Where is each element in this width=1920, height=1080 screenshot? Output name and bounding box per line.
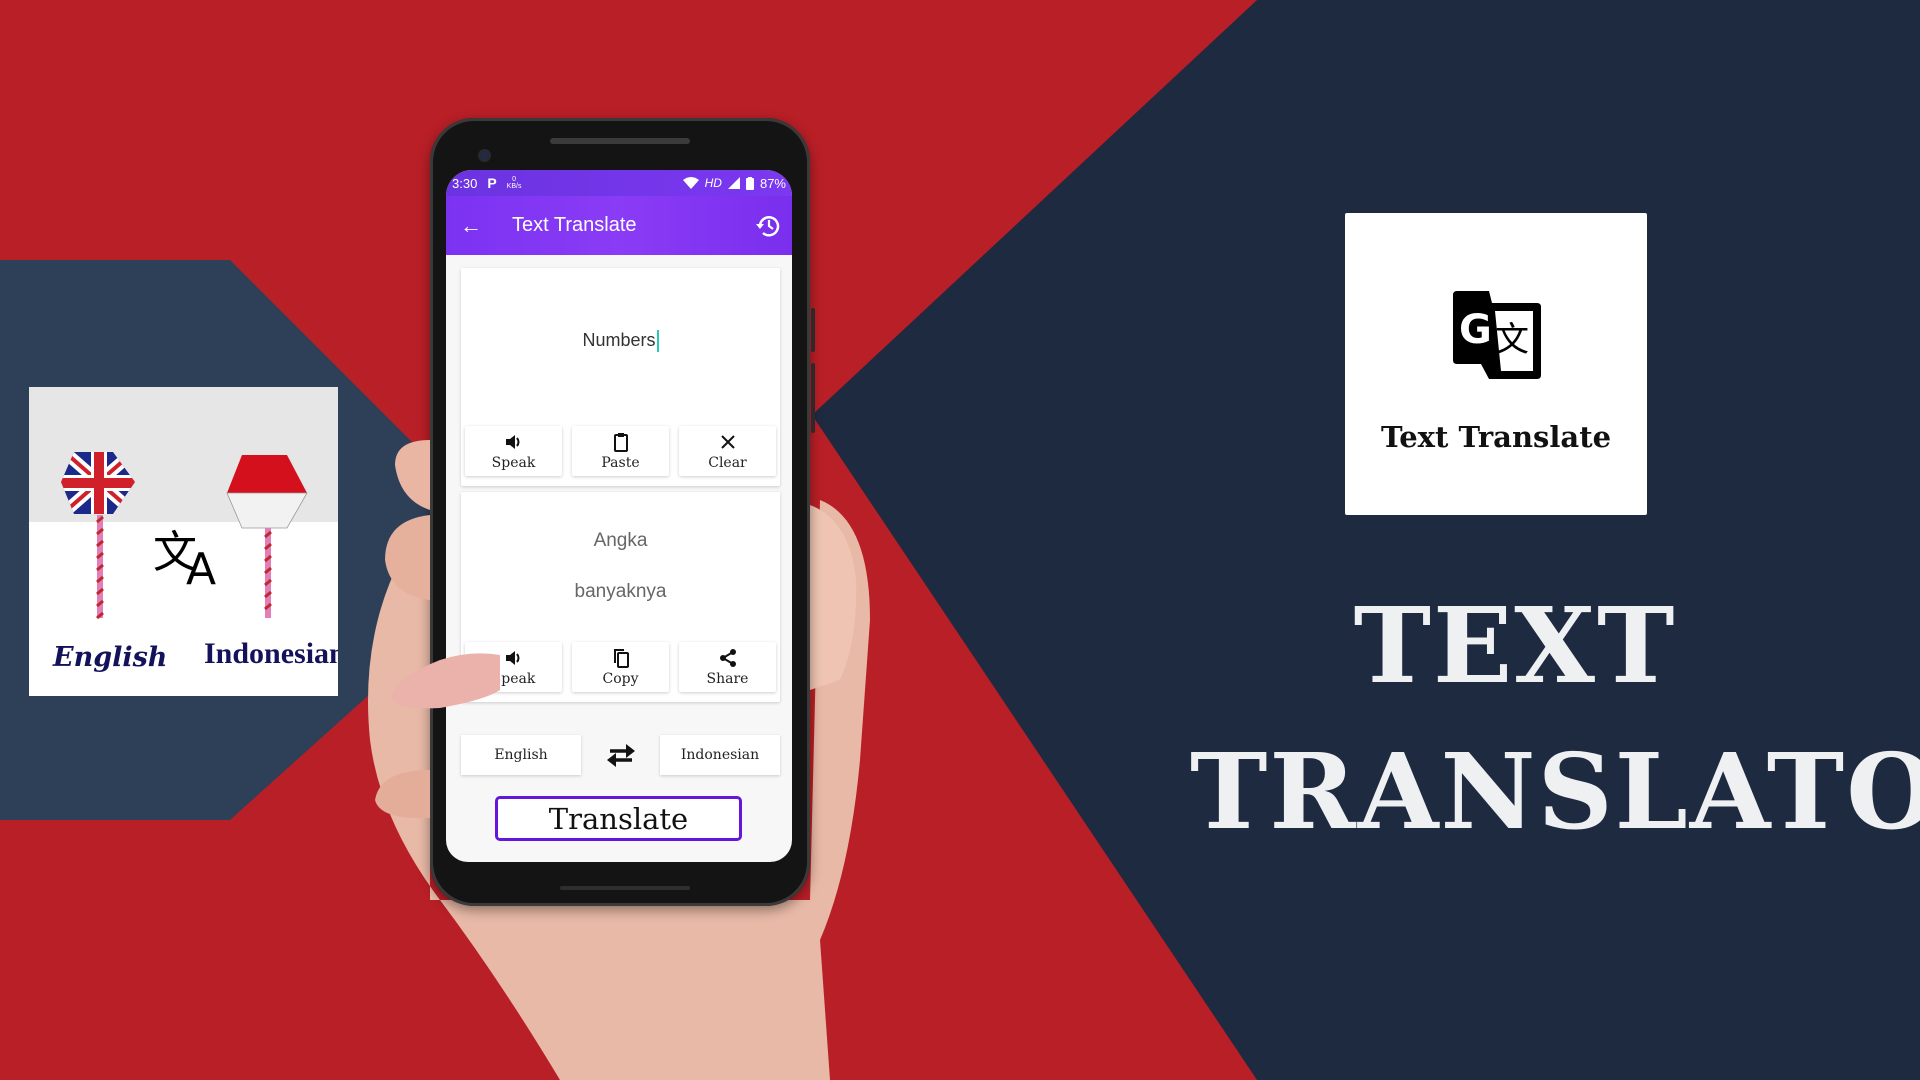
app-name: Text Translate — [1380, 420, 1612, 454]
share-button[interactable]: Share — [679, 642, 776, 692]
input-actions: Speak Paste Clear — [465, 426, 776, 476]
language-pair-panel: 文 A English Indonesian — [29, 387, 338, 696]
share-icon — [719, 648, 736, 667]
source-language-label: English — [53, 642, 168, 673]
google-translate-icon: G 文 — [1453, 291, 1541, 379]
input-card: Numbers Speak Paste Clear — [461, 268, 780, 486]
power-button — [811, 363, 815, 433]
source-text-input[interactable]: Numbers — [461, 330, 780, 353]
hd-indicator: HD — [704, 176, 722, 190]
speaker-icon — [505, 650, 519, 665]
target-language-label: Indonesian — [204, 637, 338, 670]
battery-level: 87% — [759, 175, 786, 191]
clear-button[interactable]: Clear — [679, 426, 776, 476]
translate-icon: 文 A — [153, 527, 216, 595]
headline-line2: TRANSLATOR — [1190, 730, 1920, 853]
swap-icon — [606, 744, 635, 767]
phone-bottom-grille — [560, 886, 690, 890]
source-language-select[interactable]: English — [461, 735, 581, 775]
volume-button — [811, 308, 815, 352]
app-bar: ← Text Translate — [446, 196, 792, 255]
network-speed: 0 KB/s — [506, 176, 522, 190]
speak-output-button[interactable]: Speak — [465, 642, 562, 692]
svg-text:A: A — [186, 544, 216, 595]
history-icon[interactable] — [754, 212, 782, 240]
phone-mockup: 3:30 P 0 KB/s HD 87% ← Text Translate Nu… — [430, 118, 815, 906]
app-bar-title: Text Translate — [512, 214, 637, 236]
uk-flag-icon — [61, 452, 135, 620]
language-selector-row: English Indonesian — [461, 735, 780, 775]
signal-icon — [727, 177, 740, 189]
phone-speaker — [550, 138, 690, 144]
copy-button[interactable]: Copy — [572, 642, 669, 692]
copy-icon — [613, 648, 629, 668]
app-screen: 3:30 P 0 KB/s HD 87% ← Text Translate Nu… — [446, 170, 792, 862]
close-icon — [720, 434, 735, 449]
swap-languages-button[interactable] — [581, 741, 660, 769]
speaker-icon — [505, 434, 519, 449]
indonesia-flag-icon — [226, 455, 308, 618]
p-icon: P — [487, 175, 497, 191]
battery-icon — [745, 176, 754, 190]
clipboard-icon — [613, 432, 628, 452]
svg-text:G: G — [1459, 307, 1492, 353]
wifi-icon — [682, 177, 699, 189]
app-icon-card: G 文 Text Translate — [1345, 213, 1647, 515]
translate-button[interactable]: Translate — [495, 796, 742, 841]
translation-line2: banyaknya — [574, 581, 667, 602]
output-card: Angka banyaknya Speak Copy Share — [461, 492, 780, 702]
status-time: 3:30 — [452, 175, 478, 191]
arrow-left-icon[interactable]: ← — [460, 213, 482, 239]
front-camera — [480, 151, 489, 160]
target-language-select[interactable]: Indonesian — [660, 735, 780, 775]
status-bar: 3:30 P 0 KB/s HD 87% — [446, 170, 792, 196]
translation-line1: Angka — [593, 530, 648, 551]
output-actions: Speak Copy Share — [465, 642, 776, 692]
paste-button[interactable]: Paste — [572, 426, 669, 476]
svg-text:文: 文 — [1495, 320, 1529, 360]
speak-input-button[interactable]: Speak — [465, 426, 562, 476]
headline-line1: TEXT — [1353, 584, 1677, 707]
text-caret — [656, 330, 659, 353]
